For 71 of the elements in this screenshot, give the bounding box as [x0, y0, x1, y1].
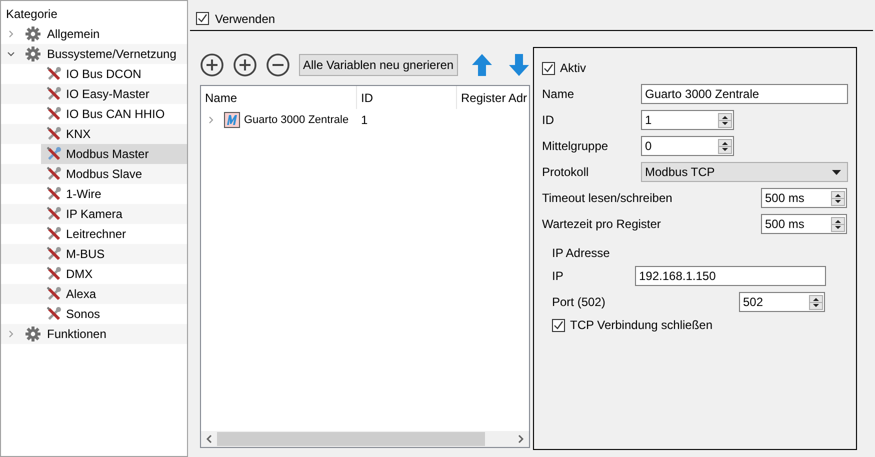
spin-buttons[interactable] — [831, 216, 845, 232]
regenerate-button[interactable]: Alle Variablen neu gnerieren — [299, 54, 458, 76]
checkbox-label[interactable]: Verwenden — [215, 10, 276, 28]
tools-icon — [46, 86, 62, 102]
tools-icon — [46, 146, 62, 162]
tools-icon — [46, 106, 62, 122]
spin-field[interactable]: 0 — [641, 136, 734, 156]
sidebar-header: Kategorie — [5, 6, 58, 23]
column-header[interactable]: Register Adr — [457, 86, 529, 109]
tools-icon — [46, 246, 62, 262]
checkbox-label[interactable]: Aktiv — [560, 59, 586, 77]
expand-icon[interactable] — [7, 330, 15, 338]
tools-icon — [46, 226, 62, 242]
field-label: ID — [542, 112, 555, 129]
expand-icon[interactable] — [7, 30, 15, 38]
tools-icon — [46, 306, 62, 322]
scrollbar-thumb[interactable] — [217, 432, 485, 446]
field-label: Wartezeit pro Register — [542, 216, 662, 233]
expand-icon[interactable] — [207, 116, 215, 124]
field-label: Timeout lesen/schreiben — [542, 190, 674, 207]
tools-icon — [46, 126, 62, 142]
tree-item[interactable]: IO Bus CAN HHIO — [41, 104, 187, 124]
spin-buttons[interactable] — [831, 190, 845, 206]
arrow-up-icon[interactable] — [470, 53, 493, 77]
tools-icon — [46, 66, 62, 82]
spin-field[interactable]: 500 ms — [761, 214, 847, 234]
tools-icon — [46, 166, 62, 182]
spin-buttons[interactable] — [718, 138, 732, 154]
table-cell-text: Guarto 3000 Zentrale — [244, 112, 349, 128]
spin-buttons[interactable] — [718, 112, 732, 128]
arrow-down-icon[interactable] — [508, 53, 530, 77]
tree-item[interactable]: Allgemein — [47, 25, 100, 43]
tools-icon — [46, 266, 62, 282]
tools-icon — [46, 186, 62, 202]
tree-item[interactable]: DMX — [41, 264, 187, 284]
checkbox[interactable] — [552, 318, 565, 332]
tools-icon — [46, 206, 62, 222]
scroll-right-icon[interactable] — [518, 435, 524, 443]
dropdown-arrow-icon — [832, 170, 841, 174]
field-label: Protokoll — [542, 164, 590, 181]
text-field[interactable]: 192.168.1.150 — [635, 266, 826, 286]
tree-item[interactable]: 1-Wire — [41, 184, 187, 204]
spin-field[interactable]: 502 — [739, 292, 825, 312]
checkbox-label[interactable]: TCP Verbindung schließen — [570, 316, 713, 334]
tree-item[interactable]: Sonos — [41, 304, 187, 324]
collapse-icon[interactable] — [7, 50, 15, 58]
checkbox[interactable] — [542, 62, 555, 74]
checkbox[interactable] — [196, 12, 209, 25]
tree-item[interactable]: Modbus Master — [41, 144, 187, 164]
field-label: Port (502) — [552, 294, 606, 311]
dropdown[interactable]: Modbus TCP — [641, 162, 848, 182]
table-cell-text: 1 — [361, 112, 368, 129]
modbus-icon — [224, 112, 240, 128]
text-field[interactable]: Guarto 3000 Zentrale — [641, 84, 848, 104]
spin-buttons[interactable] — [809, 294, 823, 310]
column-header[interactable]: ID — [357, 86, 457, 109]
tools-icon — [46, 286, 62, 302]
tree-item[interactable]: IO Bus DCON — [41, 64, 187, 84]
column-header[interactable]: Name — [201, 86, 357, 109]
tree-item[interactable]: Leitrechner — [41, 224, 187, 244]
spin-field[interactable]: 500 ms — [761, 188, 847, 208]
gear-icon — [25, 26, 41, 42]
field-label: Name — [542, 86, 576, 103]
field-label: IP — [552, 268, 564, 285]
add-icon[interactable] — [200, 53, 224, 77]
add-icon[interactable] — [233, 53, 257, 77]
remove-icon[interactable] — [266, 53, 290, 77]
scroll-left-icon[interactable] — [206, 435, 212, 443]
spin-field[interactable]: 1 — [641, 110, 734, 130]
group-title: IP Adresse — [552, 245, 610, 262]
field-label: Mittelgruppe — [542, 138, 610, 155]
